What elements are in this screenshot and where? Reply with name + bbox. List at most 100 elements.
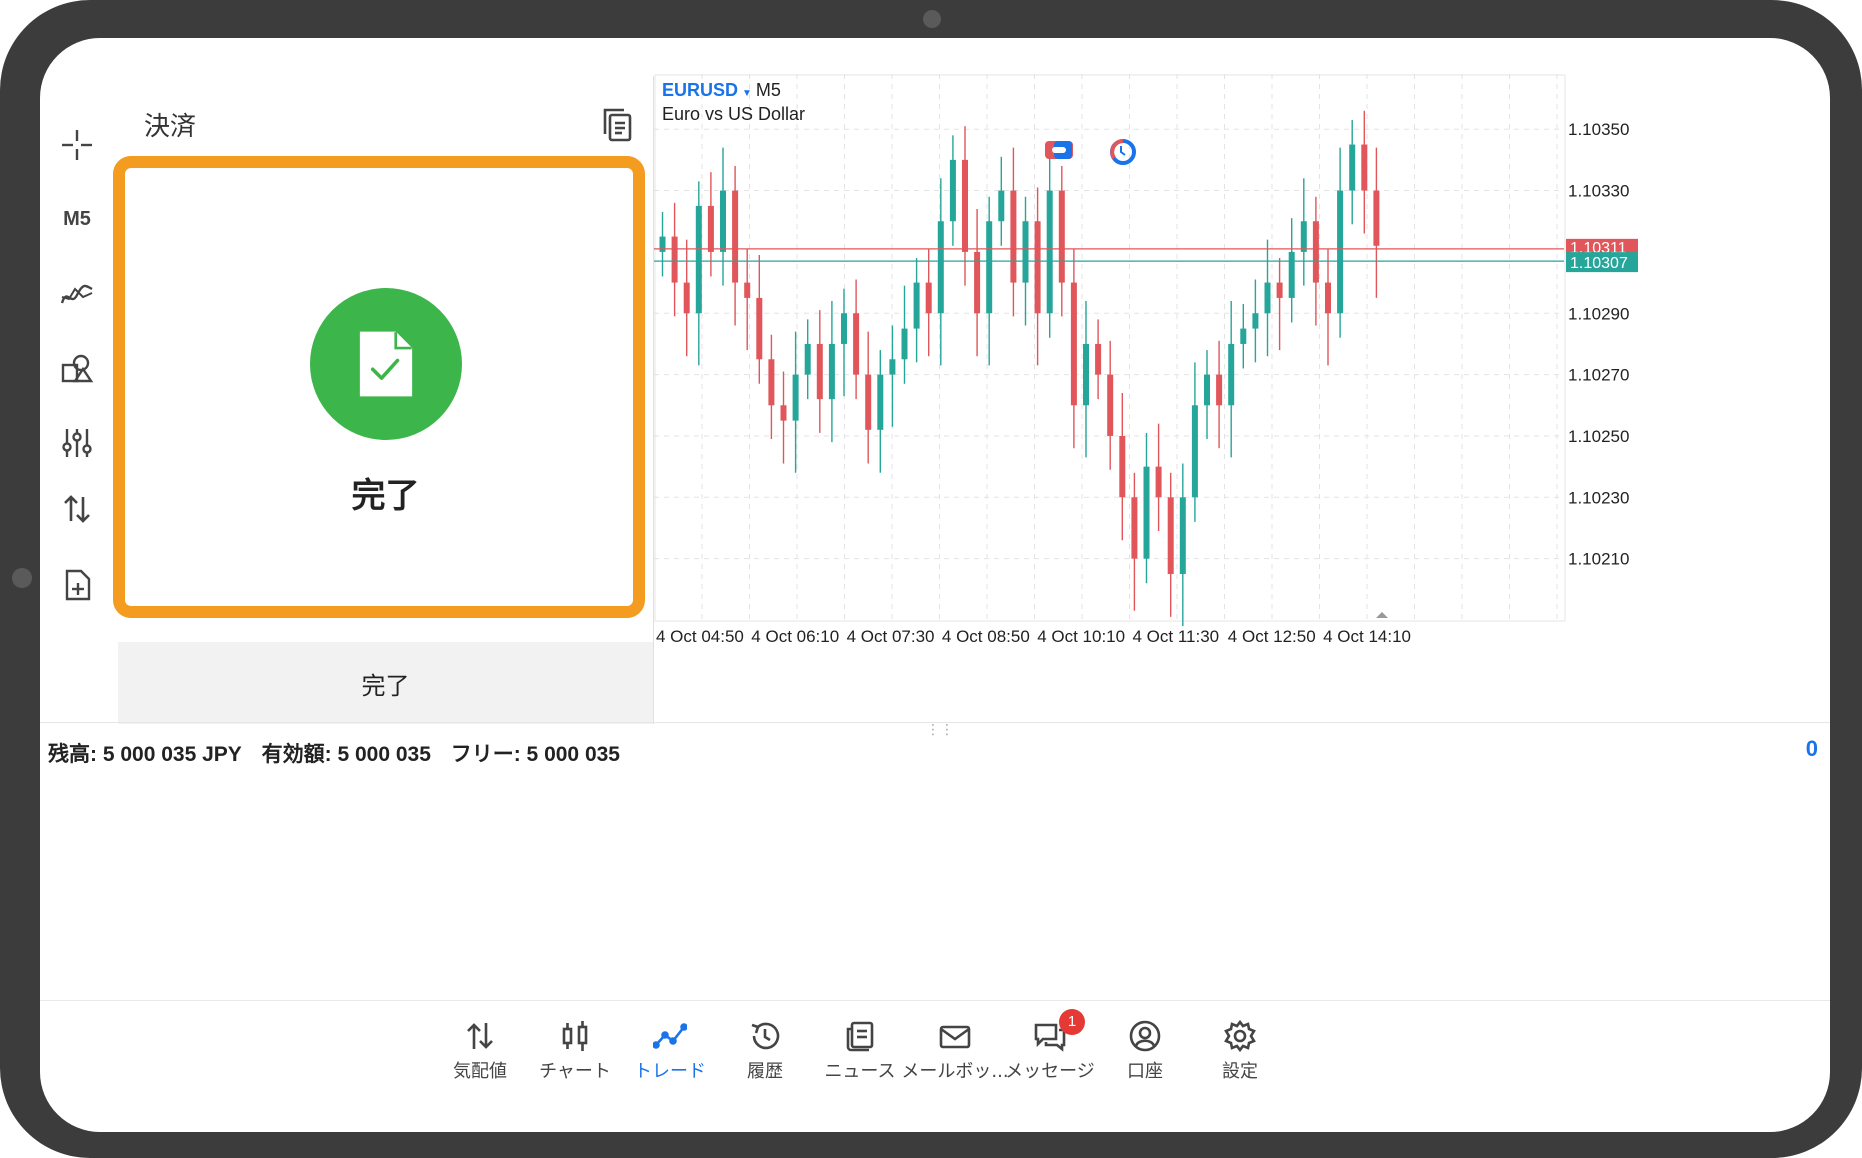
candle-body <box>1191 405 1198 498</box>
candle-body <box>1240 328 1247 344</box>
candle-body <box>768 359 775 406</box>
price-tick-label: 1.10350 <box>1568 120 1629 139</box>
nav-messages[interactable]: 1 メッセージ <box>995 1009 1105 1083</box>
nav-accounts[interactable]: 口座 <box>1090 1019 1200 1083</box>
nav-trade[interactable]: トレード <box>615 1019 725 1083</box>
symbol-description: Euro vs US Dollar <box>662 104 806 124</box>
indicators-icon[interactable] <box>54 272 100 318</box>
chart-icon <box>562 1021 588 1051</box>
candle-body <box>792 374 799 421</box>
candle-body <box>1010 190 1017 283</box>
nav-label: チャート <box>539 1061 611 1082</box>
nav-chart[interactable]: チャート <box>520 1019 630 1083</box>
time-tick-label: 4 Oct 04:50 <box>656 627 744 646</box>
time-tick-label: 4 Oct 10:10 <box>1037 627 1125 646</box>
panel-title: 決済 <box>144 112 197 142</box>
symbol-name[interactable]: EURUSD <box>662 80 738 100</box>
bid-price-label: 1.10307 <box>1570 255 1628 272</box>
candle-body <box>1058 190 1065 283</box>
chart-toolbar: M5 <box>40 78 118 718</box>
price-chart[interactable]: 1.10350 1.10330 1.10290 1.10270 1.10250 1.102… <box>654 74 1830 698</box>
candle-body <box>756 297 763 360</box>
candle-body <box>925 282 932 314</box>
account-icon <box>1129 1020 1161 1052</box>
done-button[interactable]: 完了 <box>118 642 653 724</box>
annotation-highlight <box>113 156 645 618</box>
candle-body <box>732 190 739 283</box>
candle-body <box>1119 435 1126 498</box>
price-tick-label: 1.10230 <box>1568 488 1629 507</box>
candle-body <box>1361 144 1368 191</box>
candle-body <box>816 343 823 400</box>
one-click-trading-icon[interactable] <box>1044 137 1074 163</box>
candle-body <box>877 374 884 430</box>
crosshair-icon[interactable] <box>54 122 100 168</box>
candle-body <box>1155 466 1162 498</box>
messages-badge: 1 <box>1059 1009 1085 1035</box>
candle-body <box>671 236 678 283</box>
candle-body <box>1070 282 1077 406</box>
nav-history[interactable]: 履歴 <box>710 1019 820 1083</box>
candle-body <box>659 236 666 252</box>
candle-body <box>1276 282 1283 298</box>
nav-label: 設定 <box>1222 1061 1258 1082</box>
nav-label: トレード <box>634 1061 706 1082</box>
candle-body <box>1264 282 1271 314</box>
trade-icon <box>653 1023 687 1049</box>
chart-settings-icon[interactable] <box>54 420 100 466</box>
symbol-dropdown-icon[interactable]: ▼ <box>742 88 752 99</box>
sensor-dot <box>12 568 32 588</box>
candle-body <box>1252 313 1259 329</box>
nav-mailbox[interactable]: メールボッ... <box>900 1019 1010 1083</box>
price-tick-label: 1.10290 <box>1568 304 1629 323</box>
nav-quotes[interactable]: 気配値 <box>425 1019 535 1083</box>
candle-body <box>913 282 920 329</box>
nav-label: メールボッ... <box>901 1061 1009 1082</box>
candle-body <box>744 282 751 298</box>
resize-handle[interactable]: ⋮⋮ <box>926 722 954 738</box>
candle-body <box>695 205 702 314</box>
nav-news[interactable]: ニュース <box>805 1019 915 1083</box>
candle-body <box>1167 497 1174 574</box>
candle-body <box>1216 374 1223 406</box>
nav-label: 口座 <box>1127 1061 1163 1082</box>
candle-body <box>949 159 956 222</box>
balance-text: 残高: 5 000 035 JPY <box>48 743 242 766</box>
time-tick-label: 4 Oct 07:30 <box>847 627 935 646</box>
copy-icon[interactable] <box>598 106 636 144</box>
candle-body <box>865 374 872 430</box>
timeframe-button[interactable]: M5 <box>54 196 100 242</box>
nav-label: メッセージ <box>1005 1061 1095 1082</box>
symbol-title: EURUSD ▼ M5 <box>662 80 781 101</box>
symbol-timeframe: M5 <box>755 80 781 100</box>
trade-arrows-icon[interactable] <box>54 486 100 532</box>
candle-body <box>1022 221 1029 283</box>
nav-settings[interactable]: 設定 <box>1185 1019 1295 1083</box>
candle-body <box>1373 190 1380 246</box>
candle-body <box>1312 221 1319 283</box>
candle-body <box>1034 221 1041 314</box>
nav-label: ニュース <box>824 1061 896 1082</box>
candle-body <box>1095 343 1102 375</box>
candle-body <box>901 328 908 360</box>
equity-text: 有効額: 5 000 035 <box>261 743 431 766</box>
camera-dot <box>923 10 941 28</box>
candle-body <box>1300 221 1307 252</box>
candle-body <box>986 221 993 314</box>
bottom-navigation: 気配値 チャート トレード 履歴 ニュース メールボッ... 1 メッセージ 口… <box>40 1000 1830 1132</box>
candle-body <box>889 359 896 375</box>
settings-icon <box>1224 1019 1256 1053</box>
nav-label: 気配値 <box>453 1061 507 1082</box>
time-tick-label: 4 Oct 06:10 <box>751 627 839 646</box>
new-order-icon[interactable] <box>54 562 100 608</box>
timeframe-label: M5 <box>63 207 91 230</box>
mail-icon <box>939 1025 971 1049</box>
candle-body <box>804 343 811 375</box>
candle-body <box>853 313 860 375</box>
chart-shift-icon <box>1376 612 1388 618</box>
candle-body <box>1288 251 1295 298</box>
account-summary: 残高: 5 000 035 JPY 有効額: 5 000 035 フリー: 5 … <box>48 738 634 768</box>
objects-icon[interactable] <box>54 346 100 392</box>
depth-of-market-icon[interactable] <box>1108 137 1138 165</box>
price-tick-label: 1.10330 <box>1568 182 1629 201</box>
